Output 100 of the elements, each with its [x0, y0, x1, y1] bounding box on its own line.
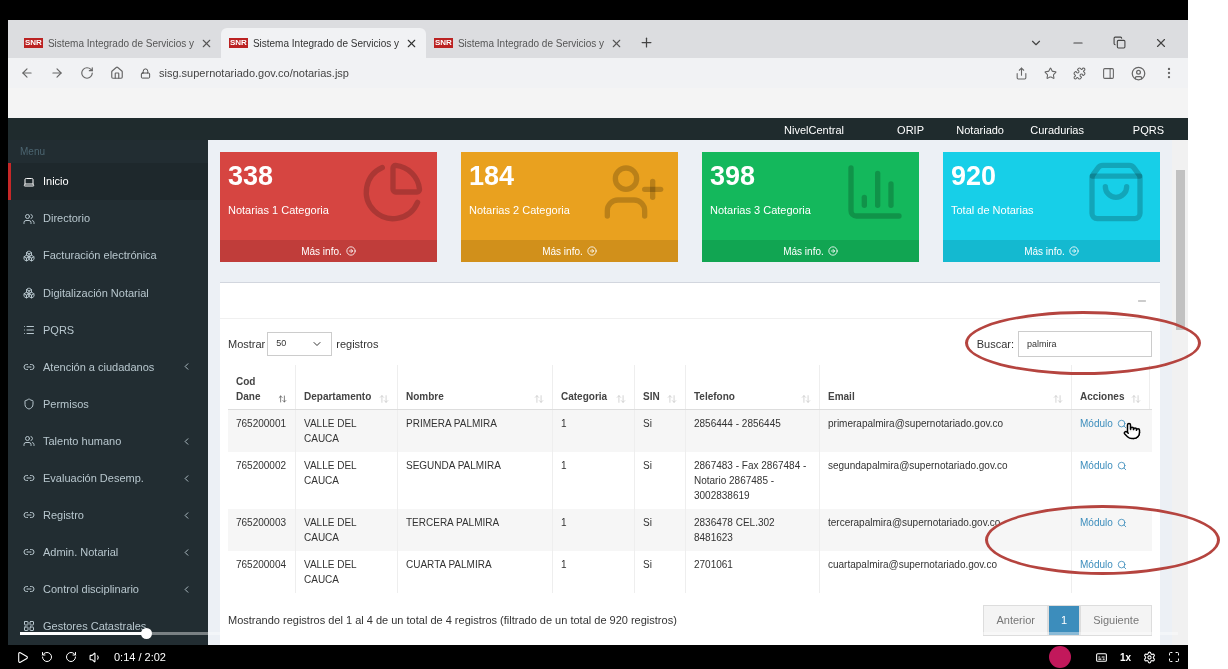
- table-cell: 2701061: [686, 551, 820, 593]
- extensions-icon[interactable]: [1073, 66, 1086, 80]
- sidebar-item[interactable]: Inicio: [8, 163, 208, 201]
- video-time: 0:14 / 2:02: [114, 649, 166, 665]
- browser-tab[interactable]: SNR Sistema Integrado de Servicios y: [426, 28, 631, 58]
- scrollbar[interactable]: [1172, 140, 1188, 645]
- scrollbar-thumb[interactable]: [1175, 170, 1185, 330]
- stat-value: 398: [710, 160, 756, 193]
- nav-link[interactable]: NivelCentral: [764, 121, 844, 138]
- restore-icon[interactable]: [1113, 36, 1126, 49]
- table-cell: 765200004: [228, 551, 296, 593]
- sidebar-item[interactable]: Registro: [8, 496, 208, 534]
- stat-value: 338: [228, 160, 274, 193]
- show-suffix: registros: [336, 336, 379, 352]
- column-header[interactable]: Email: [820, 365, 1072, 409]
- back-icon[interactable]: [20, 66, 34, 80]
- module-link[interactable]: Módulo: [1080, 458, 1127, 473]
- arrow-circle-icon: [586, 246, 597, 256]
- search-icon: [1116, 559, 1127, 570]
- search-icon: [1116, 517, 1127, 528]
- share-icon[interactable]: [1015, 66, 1028, 80]
- reload-icon[interactable]: [80, 66, 94, 80]
- sidebar-item[interactable]: Evaluación Desemp.: [8, 459, 208, 497]
- menu-item-icon: [23, 398, 35, 410]
- sidebar-item[interactable]: Admin. Notarial: [8, 533, 208, 571]
- pagination-button[interactable]: 1: [1048, 605, 1081, 636]
- favicon: SNR: [229, 38, 248, 48]
- forward-icon[interactable]: [65, 651, 77, 663]
- sidebar-item[interactable]: Directorio: [8, 200, 208, 238]
- column-header[interactable]: Departamento: [296, 365, 398, 409]
- show-label: Mostrar: [228, 336, 266, 352]
- module-link[interactable]: Módulo: [1080, 416, 1127, 431]
- sidebar-item[interactable]: PQRS: [8, 311, 208, 349]
- stat-label: Notarias 2 Categoria: [469, 202, 570, 218]
- stat-label: Total de Notarias: [951, 202, 1034, 218]
- progress-knob[interactable]: [141, 628, 153, 639]
- volume-icon[interactable]: [89, 650, 102, 664]
- fullscreen-icon[interactable]: [1168, 651, 1180, 663]
- column-header[interactable]: SIN: [635, 365, 686, 409]
- arrow-circle-icon: [1068, 246, 1079, 256]
- stat-label: Notarias 3 Categoria: [710, 202, 811, 218]
- speed-button[interactable]: 1x: [1119, 649, 1131, 665]
- menu-item-icon: [23, 286, 35, 299]
- tab-title: Sistema Integrado de Servicios y: [457, 36, 605, 51]
- menu-item-icon: [23, 175, 35, 188]
- nav-link[interactable]: Curadurias: [1004, 121, 1084, 138]
- favicon: SNR: [24, 38, 43, 48]
- rewind-icon[interactable]: [41, 651, 53, 663]
- captions-icon[interactable]: [1094, 650, 1108, 664]
- table-cell: CUARTA PALMIRA: [398, 551, 553, 593]
- column-header[interactable]: Acciones: [1072, 365, 1150, 409]
- favicon: SNR: [434, 38, 453, 48]
- table-cell: cuartapalmira@supernotariado.gov.co: [820, 551, 1072, 593]
- close-icon[interactable]: [1154, 36, 1168, 50]
- more-info-link[interactable]: Más info.: [220, 240, 437, 262]
- card-watermark-icon: [361, 160, 425, 224]
- pagination-button[interactable]: Anterior: [983, 605, 1048, 636]
- side-panel-icon[interactable]: [1102, 66, 1115, 80]
- column-header[interactable]: Nombre: [398, 365, 553, 409]
- sidebar-item[interactable]: Permisos: [8, 385, 208, 423]
- stat-value: 920: [951, 160, 997, 193]
- sort-icon[interactable]: [278, 394, 287, 404]
- sidebar-item[interactable]: Control disciplinario: [8, 570, 208, 608]
- sidebar-item[interactable]: Talento humano: [8, 422, 208, 460]
- module-link[interactable]: Módulo: [1080, 515, 1127, 530]
- table-cell: Si: [635, 551, 686, 593]
- tab-title: Sistema Integrado de Servicios y: [47, 36, 195, 51]
- module-link[interactable]: Módulo: [1080, 557, 1127, 572]
- menu-item-icon: [23, 212, 35, 225]
- column-header[interactable]: Categoria: [553, 365, 635, 409]
- home-icon[interactable]: [110, 66, 124, 80]
- new-tab-icon[interactable]: [639, 35, 654, 50]
- star-icon[interactable]: [1044, 66, 1057, 80]
- table-cell: 1: [553, 551, 635, 593]
- nav-link[interactable]: PQRS: [1084, 121, 1164, 138]
- sidebar-heading: Menu: [19, 145, 46, 159]
- search-field[interactable]: palmira: [1018, 331, 1152, 357]
- nav-link[interactable]: ORIP: [844, 121, 924, 138]
- sidebar-item[interactable]: Atención a ciudadanos: [8, 348, 208, 386]
- menu-item-icon: [23, 249, 35, 262]
- play-icon[interactable]: [16, 650, 29, 664]
- nav-link[interactable]: Notariado: [924, 121, 1004, 138]
- sidebar-item[interactable]: Gestores Catastrales: [8, 607, 208, 645]
- settings-icon[interactable]: [1143, 650, 1156, 664]
- browser-tab[interactable]: SNR Sistema Integrado de Servicios y: [16, 28, 221, 58]
- table-cell: VALLE DEL CAUCA: [296, 551, 398, 593]
- browser-tab[interactable]: SNR Sistema Integrado de Servicios y: [221, 28, 426, 58]
- menu-item-icon: [23, 435, 35, 448]
- menu-item-icon: [23, 620, 35, 633]
- arrow-circle-icon: [345, 246, 356, 256]
- stat-label: Notarias 1 Categoria: [228, 202, 329, 218]
- column-header[interactable]: Telefono: [686, 365, 820, 409]
- search-label: Buscar:: [976, 336, 1014, 352]
- pagination-button[interactable]: Siguiente: [1080, 605, 1152, 636]
- profile-icon[interactable]: [1131, 65, 1146, 81]
- menu-item-icon: [23, 323, 35, 336]
- column-header[interactable]: Cod Dane: [228, 365, 296, 409]
- sidebar-item[interactable]: Digitalización Notarial: [8, 274, 208, 312]
- sidebar-item[interactable]: Facturación electrónica: [8, 237, 208, 275]
- page-size-select[interactable]: 50: [267, 332, 333, 356]
